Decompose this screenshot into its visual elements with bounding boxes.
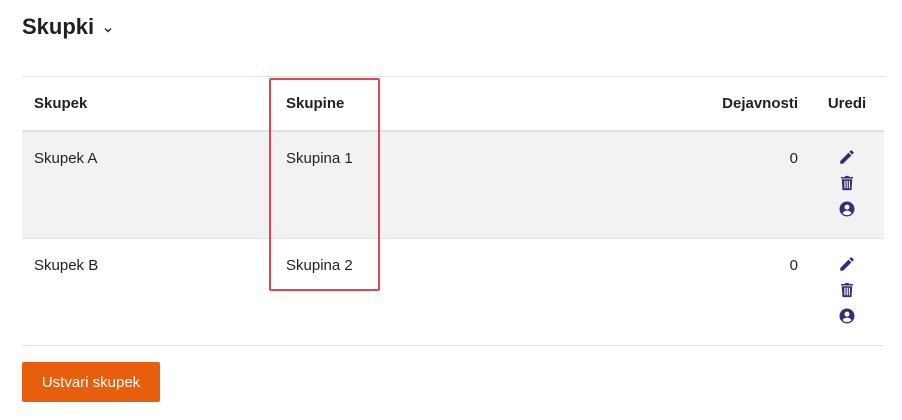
grouping-name-cell: Skupek A xyxy=(22,131,274,239)
grouping-name: Skupek B xyxy=(34,257,99,274)
table-row: Skupek B Skupina 2 0 xyxy=(22,239,884,346)
page-title-dropdown[interactable]: Skupki xyxy=(22,14,114,40)
group-name: Skupina 1 xyxy=(286,150,353,167)
pencil-icon[interactable] xyxy=(838,148,856,166)
column-header-skupek: Skupek xyxy=(34,95,88,112)
page-title: Skupki xyxy=(22,14,95,39)
edit-actions-cell xyxy=(810,239,884,346)
groups-cell: Skupina 2 xyxy=(274,239,598,346)
pencil-icon[interactable] xyxy=(838,255,856,273)
column-header-skupine: Skupine xyxy=(286,95,345,112)
table-header-row: Skupek Skupine Dejavnosti Uredi xyxy=(22,76,884,131)
chevron-down-icon xyxy=(102,23,114,35)
grouping-name: Skupek A xyxy=(34,150,98,167)
group-name: Skupina 2 xyxy=(286,257,353,274)
groupings-table: Skupek Skupine Dejavnosti Uredi Skupek A… xyxy=(22,76,884,346)
activities-count: 0 xyxy=(789,150,798,167)
table-row: Skupek A Skupina 1 0 xyxy=(22,131,884,239)
trash-icon[interactable] xyxy=(838,281,856,299)
create-grouping-button[interactable]: Ustvari skupek xyxy=(22,362,160,402)
groups-cell: Skupina 1 xyxy=(274,131,598,239)
activities-count-cell: 0 xyxy=(598,131,810,239)
user-circle-icon[interactable] xyxy=(838,307,856,325)
activities-count: 0 xyxy=(789,257,798,274)
column-header-uredi: Uredi xyxy=(827,95,867,112)
activities-count-cell: 0 xyxy=(598,239,810,346)
edit-actions-cell xyxy=(810,131,884,239)
grouping-name-cell: Skupek B xyxy=(22,239,274,346)
user-circle-icon[interactable] xyxy=(838,200,856,218)
trash-icon[interactable] xyxy=(838,174,856,192)
column-header-dejavnosti: Dejavnosti xyxy=(722,95,798,112)
groupings-table-container: Skupek Skupine Dejavnosti Uredi Skupek A… xyxy=(22,76,884,346)
